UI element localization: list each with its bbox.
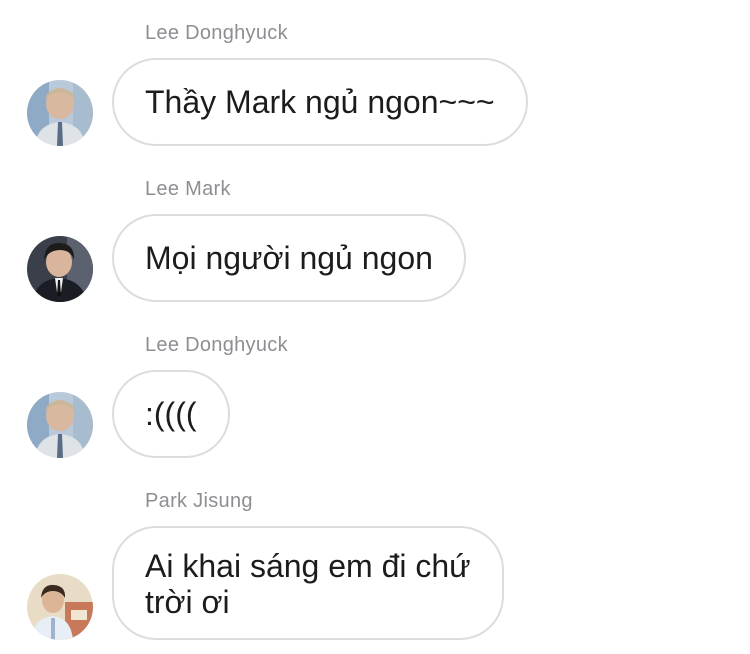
- sender-name: Lee Mark: [145, 178, 231, 200]
- chat-thread: Lee Donghyuck Thầy Mark ngủ ngon~~~ Lee …: [0, 0, 750, 654]
- avatar-park-jisung-icon[interactable]: [27, 574, 93, 640]
- message-text-line: Ai khai sáng em đi chứ: [145, 548, 471, 584]
- message-text: :((((: [145, 396, 197, 432]
- avatar-lee-donghyuck-icon[interactable]: [27, 80, 93, 146]
- message-bubble[interactable]: Ai khai sáng em đi chứ trời ơi: [112, 526, 504, 640]
- avatar-lee-mark-icon[interactable]: [27, 236, 93, 302]
- sender-name: Park Jisung: [145, 490, 253, 512]
- message-bubble[interactable]: Mọi người ngủ ngon: [112, 214, 466, 302]
- avatar-lee-donghyuck-icon[interactable]: [27, 392, 93, 458]
- message-text: Mọi người ngủ ngon: [145, 240, 433, 276]
- message-bubble[interactable]: :((((: [112, 370, 230, 458]
- message-text-line: trời ơi: [145, 584, 230, 620]
- message-text: Thầy Mark ngủ ngon~~~: [145, 84, 495, 120]
- message-bubble[interactable]: Thầy Mark ngủ ngon~~~: [112, 58, 528, 146]
- sender-name: Lee Donghyuck: [145, 22, 288, 44]
- sender-name: Lee Donghyuck: [145, 334, 288, 356]
